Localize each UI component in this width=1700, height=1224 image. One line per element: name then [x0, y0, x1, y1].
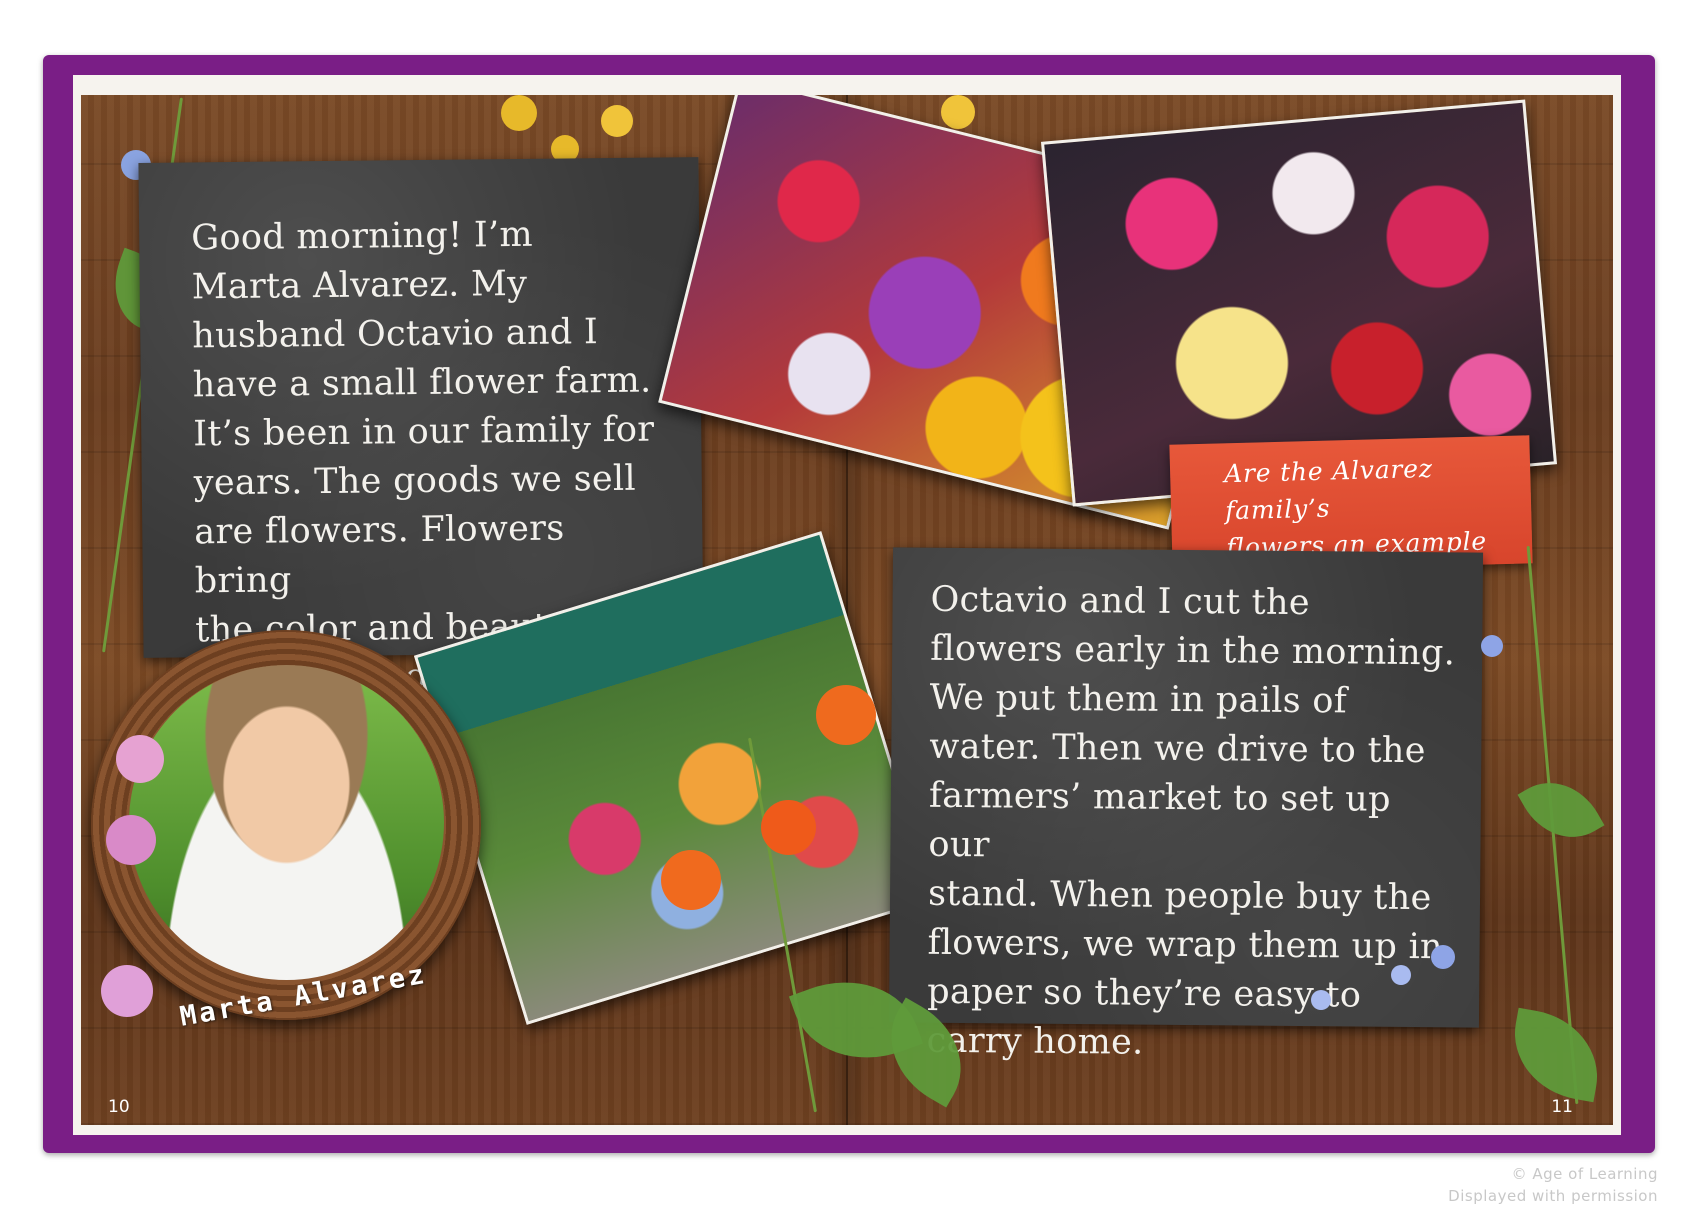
- copyright-text: © Age of Learning: [1511, 1165, 1658, 1183]
- orange-flower-icon: [816, 685, 876, 745]
- marta-portrait-photo: [129, 665, 444, 980]
- page-number-left: 10: [108, 1097, 130, 1117]
- orange-flower-icon: [761, 800, 816, 855]
- blue-flower-icon: [1391, 965, 1411, 985]
- blue-flower-icon: [1481, 635, 1503, 657]
- right-chalkboard: Octavio and I cut the flowers early in t…: [888, 547, 1484, 1063]
- spine-tab: [835, 1139, 867, 1153]
- book-pages: Good morning! I’m Marta Alvarez. My husb…: [73, 75, 1621, 1135]
- leaf-decoration: [1517, 764, 1605, 856]
- left-chalkboard: Good morning! I’m Marta Alvarez. My husb…: [138, 157, 704, 699]
- right-page-text: Octavio and I cut the flowers early in t…: [926, 579, 1456, 1063]
- leaf-decoration: [1504, 1007, 1608, 1103]
- yellow-flower-icon: [601, 105, 633, 137]
- orange-flower-icon: [661, 850, 721, 910]
- permission-text: Displayed with permission: [1448, 1187, 1658, 1205]
- page-number-right: 11: [1551, 1097, 1573, 1117]
- pink-flower-icon: [101, 965, 153, 1017]
- yellow-flower-icon: [501, 95, 537, 131]
- blue-flower-icon: [1311, 990, 1331, 1010]
- copyright-notice: © Age of Learning Displayed with permiss…: [1258, 1163, 1658, 1207]
- blue-flower-icon: [1431, 945, 1455, 969]
- pink-flower-icon: [106, 815, 156, 865]
- page-spread: Good morning! I’m Marta Alvarez. My husb…: [81, 95, 1613, 1125]
- pink-flower-icon: [116, 735, 164, 783]
- book-cover: Good morning! I’m Marta Alvarez. My husb…: [43, 55, 1655, 1153]
- yellow-flower-icon: [941, 95, 975, 129]
